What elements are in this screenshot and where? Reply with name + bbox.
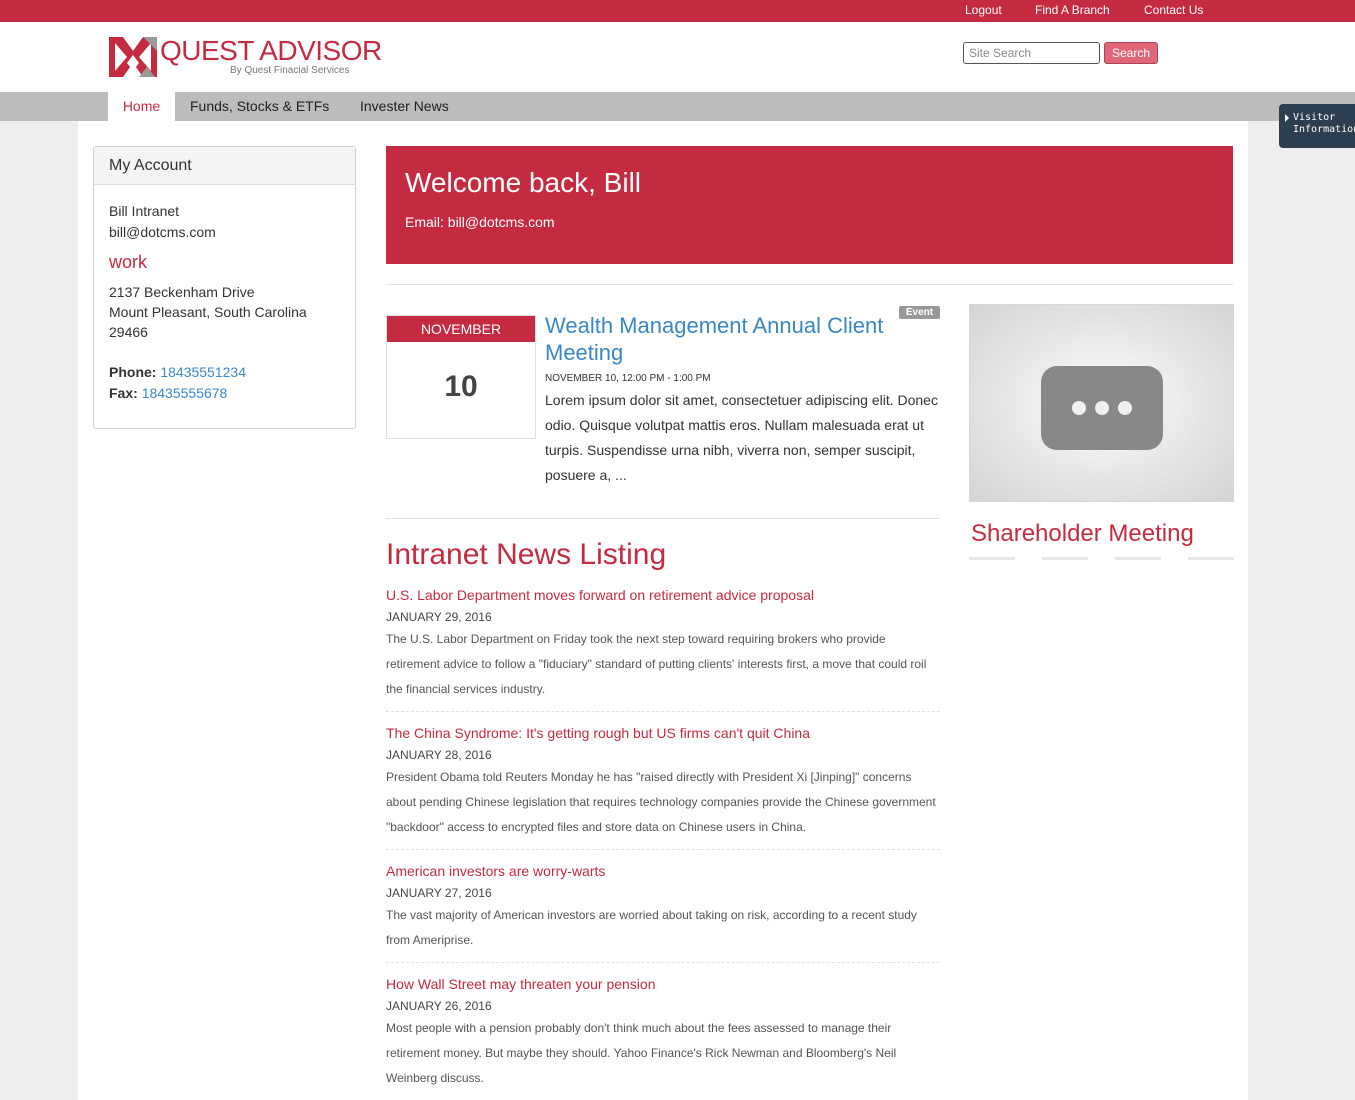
news-title-link[interactable]: The China Syndrome: It's getting rough b… — [386, 725, 940, 741]
news-separator — [386, 962, 940, 963]
quest-advisor-logo-icon[interactable] — [109, 37, 157, 77]
my-account-heading: My Account — [94, 147, 355, 185]
news-separator — [386, 849, 940, 850]
event-day: 10 — [444, 370, 478, 403]
news-item: American investors are worry-warts JANUA… — [386, 863, 940, 953]
news-title-link[interactable]: American investors are worry-warts — [386, 863, 940, 879]
event-description: Lorem ipsum dolor sit amet, consectetuer… — [545, 392, 938, 483]
welcome-banner: Welcome back, Bill Email: bill@dotcms.co… — [386, 146, 1233, 264]
brand-tagline: By Quest Finacial Services — [230, 65, 350, 76]
event-title-link[interactable]: Wealth Management Annual Client Meeting — [545, 312, 905, 366]
shareholder-meeting-media[interactable] — [969, 304, 1234, 502]
my-account-card: My Account Bill Intranet bill@dotcms.com… — [93, 146, 356, 429]
news-date: JANUARY 29, 2016 — [386, 610, 492, 624]
logout-link[interactable]: Logout — [965, 3, 1002, 17]
event-time: NOVEMBER 10, 12:00 PM - 1:00 PM — [545, 373, 711, 384]
top-utility-bar: Logout Find A Branch Contact Us — [0, 0, 1355, 22]
carousel-indicator[interactable] — [969, 557, 1015, 560]
news-listing-heading: Intranet News Listing — [386, 538, 667, 571]
address-city-state: Mount Pleasant, South Carolina — [109, 304, 307, 320]
address-zip: 29466 — [109, 324, 148, 340]
carousel-indicator[interactable] — [1042, 557, 1088, 560]
news-summary: President Obama told Reuters Monday he h… — [386, 770, 936, 834]
nav-invester-news[interactable]: Invester News — [360, 92, 449, 121]
fax-label: Fax: — [109, 385, 138, 401]
account-name: Bill Intranet — [109, 203, 180, 219]
news-summary: Most people with a pension probably don'… — [386, 1021, 897, 1085]
video-placeholder-icon — [1041, 366, 1163, 450]
news-summary: The U.S. Labor Department on Friday took… — [386, 632, 927, 696]
address-street: 2137 Beckenham Drive — [109, 284, 255, 300]
phone-link[interactable]: 18435551234 — [160, 364, 246, 380]
fax-row: Fax: 18435555678 — [109, 385, 227, 401]
news-item: The China Syndrome: It's getting rough b… — [386, 725, 940, 840]
news-item: U.S. Labor Department moves forward on r… — [386, 587, 940, 702]
caret-right-icon — [1285, 114, 1289, 122]
event-month: NOVEMBER — [387, 316, 535, 342]
search-button[interactable]: Search — [1104, 42, 1158, 64]
carousel-indicator[interactable] — [1188, 557, 1234, 560]
nav-funds-stocks-etfs[interactable]: Funds, Stocks & ETFs — [190, 92, 329, 121]
divider — [386, 518, 940, 519]
contact-us-link[interactable]: Contact Us — [1144, 3, 1203, 17]
find-a-branch-link[interactable]: Find A Branch — [1035, 3, 1110, 17]
event-badge: Event — [899, 306, 940, 319]
welcome-title: Welcome back, Bill — [405, 167, 642, 198]
shareholder-meeting-title[interactable]: Shareholder Meeting — [971, 520, 1194, 548]
brand-name[interactable]: QUEST ADVISOR — [160, 36, 382, 66]
address-type: work — [109, 252, 148, 272]
event-date-box: NOVEMBER 10 — [386, 315, 536, 439]
news-title-link[interactable]: U.S. Labor Department moves forward on r… — [386, 587, 940, 603]
account-email: bill@dotcms.com — [109, 224, 216, 240]
carousel-indicator[interactable] — [1115, 557, 1161, 560]
news-item: How Wall Street may threaten your pensio… — [386, 976, 940, 1091]
divider — [386, 284, 1233, 285]
news-date: JANUARY 28, 2016 — [386, 748, 492, 762]
visitor-information-tab[interactable]: Visitor Information — [1279, 104, 1355, 148]
news-date: JANUARY 27, 2016 — [386, 886, 492, 900]
visitor-tab-line1: Visitor — [1293, 112, 1336, 123]
main-nav: Home Funds, Stocks & ETFs Invester News — [0, 92, 1355, 121]
site-header: QUEST ADVISOR By Quest Finacial Services… — [0, 22, 1355, 92]
news-summary: The vast majority of American investors … — [386, 908, 917, 947]
news-date: JANUARY 26, 2016 — [386, 999, 492, 1013]
phone-label: Phone: — [109, 364, 157, 380]
fax-link[interactable]: 18435555678 — [142, 385, 228, 401]
welcome-email: Email: bill@dotcms.com — [405, 214, 555, 230]
phone-row: Phone: 18435551234 — [109, 364, 246, 380]
visitor-tab-line2: Information — [1293, 124, 1355, 135]
nav-home[interactable]: Home — [108, 92, 175, 121]
news-separator — [386, 711, 940, 712]
news-title-link[interactable]: How Wall Street may threaten your pensio… — [386, 976, 940, 992]
site-search-input[interactable] — [963, 42, 1100, 64]
